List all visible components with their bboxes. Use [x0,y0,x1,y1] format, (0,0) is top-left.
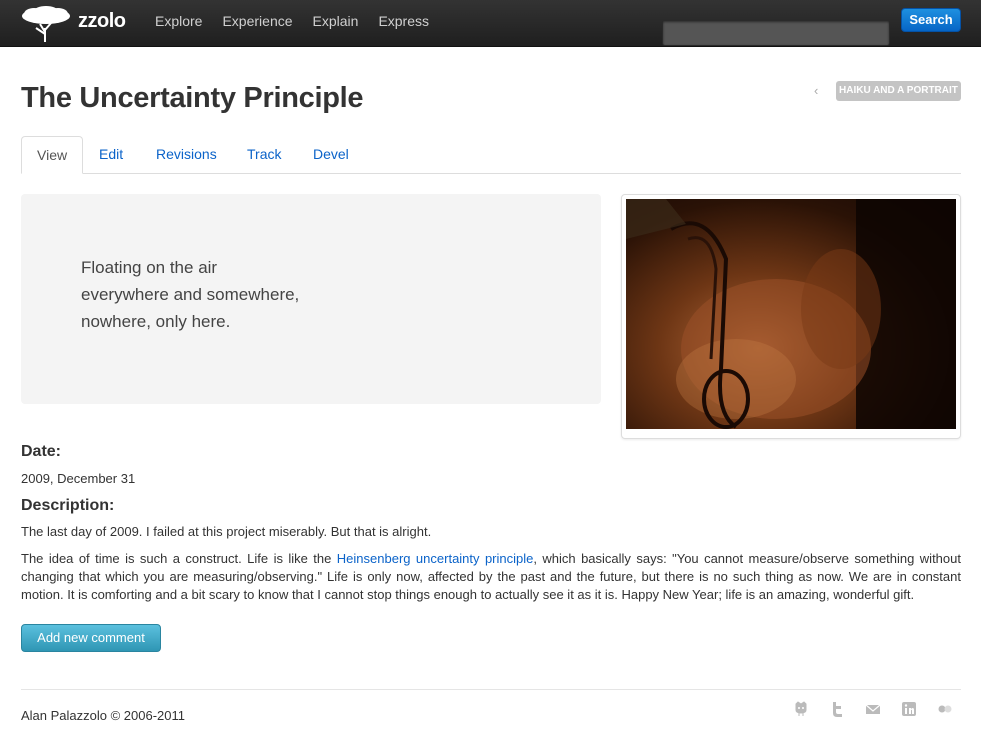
portrait-frame [621,194,961,439]
add-comment-button[interactable]: Add new comment [21,624,161,652]
logo-text: zzolo [78,9,126,32]
description-paragraph-2: The idea of time is such a construct. Li… [21,550,961,604]
previous-post-link[interactable]: Haiku and a Portrait [836,81,961,101]
node-tabs: View Edit Revisions Track Devel [21,136,961,174]
site-logo[interactable]: zzolo [20,4,126,44]
search-button[interactable]: Search [901,8,961,32]
tab-track[interactable]: Track [247,136,281,174]
nav-experience[interactable]: Experience [212,0,302,42]
nav-explain[interactable]: Explain [303,0,369,42]
tab-revisions[interactable]: Revisions [156,136,217,174]
tab-view[interactable]: View [21,136,84,174]
github-icon[interactable] [793,701,809,717]
flickr-icon[interactable] [937,701,953,717]
haiku-box: Floating on the air everywhere and somew… [21,194,601,404]
heisenberg-link[interactable]: Heinsenberg uncertainty principle [337,551,534,566]
page-title: The Uncertainty Principle [21,82,364,114]
haiku-line-1: Floating on the air [81,258,218,277]
tab-edit[interactable]: Edit [99,136,123,174]
chevron-left-icon[interactable]: ‹ [814,83,818,98]
description-paragraph-1: The last day of 2009. I failed at this p… [21,524,432,539]
nav-express[interactable]: Express [368,0,439,42]
twitter-icon[interactable] [829,701,845,717]
tab-devel[interactable]: Devel [313,136,349,174]
main-nav: Explore Experience Explain Express [145,0,439,42]
top-navbar: zzolo Explore Experience Explain Express… [0,0,981,47]
footer-divider [21,689,961,690]
haiku-line-3: nowhere, only here. [81,312,231,331]
search-input[interactable] [662,20,890,46]
footer-copyright: Alan Palazzolo © 2006-2011 [21,708,186,723]
date-value: 2009, December 31 [21,471,136,486]
nav-explore[interactable]: Explore [145,0,212,42]
para2-text-before: The idea of time is such a construct. Li… [21,551,337,566]
linkedin-icon[interactable] [901,701,917,717]
portrait-photo[interactable] [626,199,956,429]
tree-logo-icon [20,2,72,47]
date-label: Date: [21,443,62,460]
haiku-line-2: everywhere and somewhere, [81,285,300,304]
email-icon[interactable] [865,701,881,717]
description-label: Description: [21,497,115,514]
